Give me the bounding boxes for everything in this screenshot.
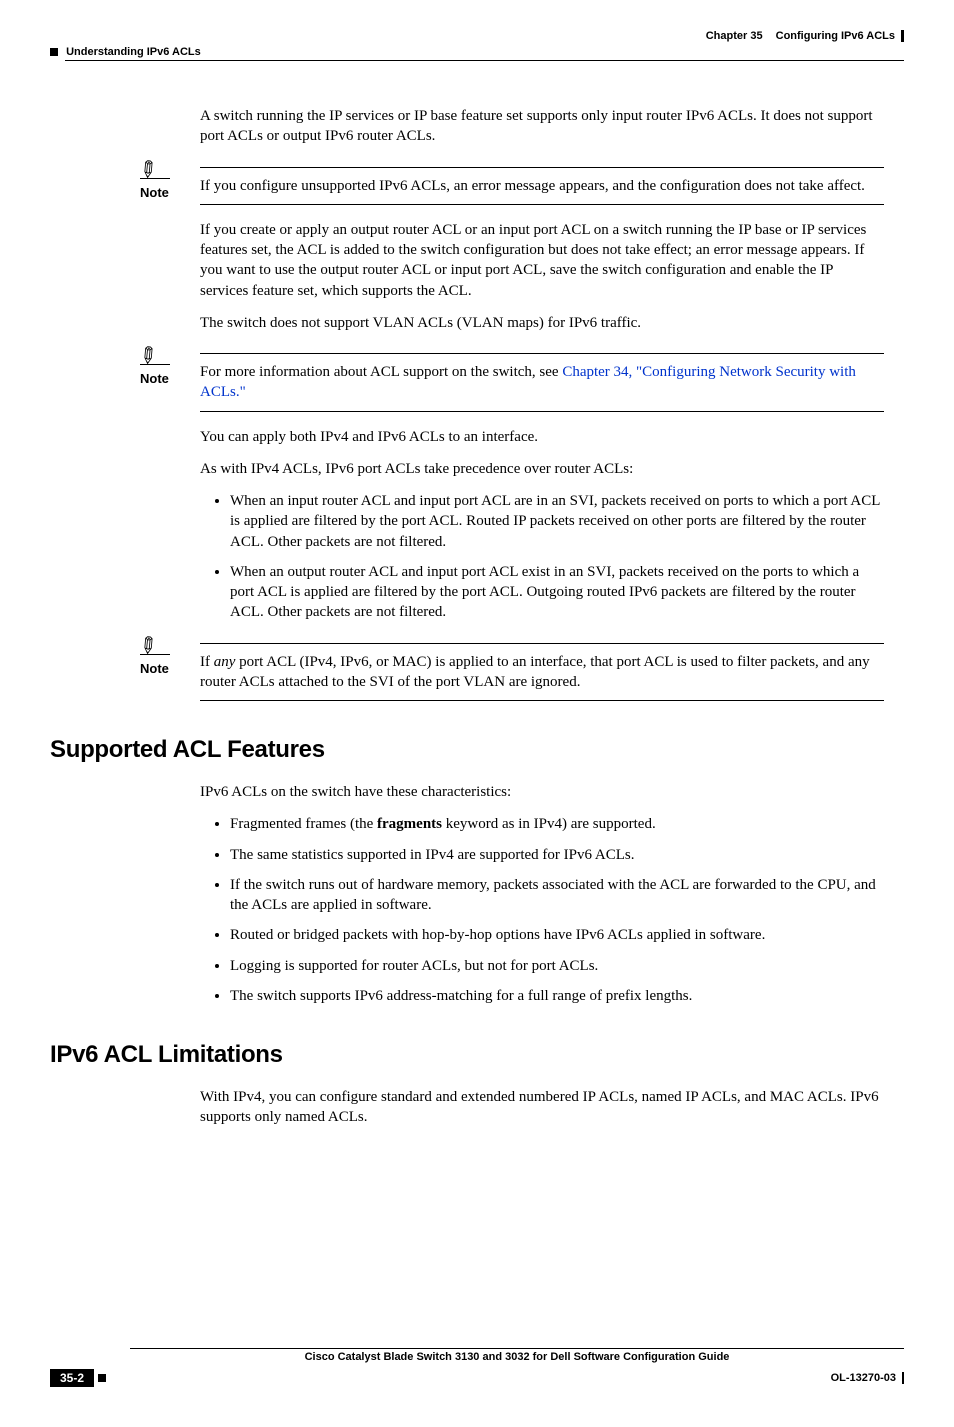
note-text-part: If bbox=[200, 654, 214, 670]
note-text-part: port ACL (IPv4, IPv6, or MAC) is applied… bbox=[200, 654, 870, 690]
list-item: Routed or bridged packets with hop-by-ho… bbox=[230, 925, 884, 945]
note-label: Note bbox=[140, 371, 190, 386]
header-chapter-label: Chapter 35 bbox=[706, 30, 763, 42]
list-item: Fragmented frames (the fragments keyword… bbox=[230, 814, 884, 834]
pencil-icon: ✎ bbox=[134, 340, 165, 372]
list-item: The same statistics supported in IPv4 ar… bbox=[230, 845, 884, 865]
page-header: Chapter 35 Configuring IPv6 ACLs bbox=[50, 30, 904, 42]
pencil-icon: ✎ bbox=[134, 154, 165, 186]
note-label: Note bbox=[140, 661, 190, 676]
note-text: If you configure unsupported IPv6 ACLs, … bbox=[200, 176, 884, 196]
header-chapter-title: Configuring IPv6 ACLs bbox=[776, 30, 895, 42]
header-marker-icon bbox=[50, 48, 58, 56]
note-text-prefix: For more information about ACL support o… bbox=[200, 364, 562, 380]
section-heading: Supported ACL Features bbox=[50, 736, 904, 764]
list-item: Logging is supported for router ACLs, bu… bbox=[230, 956, 884, 976]
bullet-list: Fragmented frames (the fragments keyword… bbox=[200, 814, 884, 1006]
header-rule bbox=[65, 60, 904, 61]
page-number: 35-2 bbox=[50, 1369, 94, 1387]
body-paragraph: As with IPv4 ACLs, IPv6 port ACLs take p… bbox=[200, 459, 884, 479]
note-text: If any port ACL (IPv4, IPv6, or MAC) is … bbox=[200, 652, 884, 693]
section-heading: IPv6 ACL Limitations bbox=[50, 1041, 904, 1069]
body-paragraph: IPv6 ACLs on the switch have these chara… bbox=[200, 782, 884, 802]
note-block: ✎ Note For more information about ACL su… bbox=[200, 353, 884, 412]
note-text-italic: any bbox=[214, 654, 236, 670]
header-section-left: Understanding IPv6 ACLs bbox=[66, 46, 201, 58]
footer-book-title: Cisco Catalyst Blade Switch 3130 and 303… bbox=[130, 1351, 904, 1363]
list-item: If the switch runs out of hardware memor… bbox=[230, 875, 884, 916]
list-item: The switch supports IPv6 address-matchin… bbox=[230, 986, 884, 1006]
page-footer: Cisco Catalyst Blade Switch 3130 and 303… bbox=[50, 1348, 904, 1387]
note-block: ✎ Note If you configure unsupported IPv6… bbox=[200, 167, 884, 205]
body-paragraph: If you create or apply an output router … bbox=[200, 220, 884, 301]
footer-doc-id: OL-13270-03 bbox=[831, 1372, 904, 1384]
note-text: For more information about ACL support o… bbox=[200, 362, 884, 403]
list-item-text: keyword as in IPv4) are supported. bbox=[442, 816, 656, 832]
body-paragraph: You can apply both IPv4 and IPv6 ACLs to… bbox=[200, 427, 884, 447]
note-block: ✎ Note If any port ACL (IPv4, IPv6, or M… bbox=[200, 643, 884, 702]
body-paragraph: The switch does not support VLAN ACLs (V… bbox=[200, 313, 884, 333]
list-item-text: Fragmented frames (the bbox=[230, 816, 377, 832]
list-item: When an output router ACL and input port… bbox=[230, 562, 884, 623]
note-label: Note bbox=[140, 185, 190, 200]
pencil-icon: ✎ bbox=[134, 630, 165, 662]
bullet-list: When an input router ACL and input port … bbox=[200, 491, 884, 623]
body-paragraph: With IPv4, you can configure standard an… bbox=[200, 1087, 884, 1128]
list-item-bold: fragments bbox=[377, 816, 442, 832]
list-item: When an input router ACL and input port … bbox=[230, 491, 884, 552]
body-paragraph: A switch running the IP services or IP b… bbox=[200, 106, 884, 147]
